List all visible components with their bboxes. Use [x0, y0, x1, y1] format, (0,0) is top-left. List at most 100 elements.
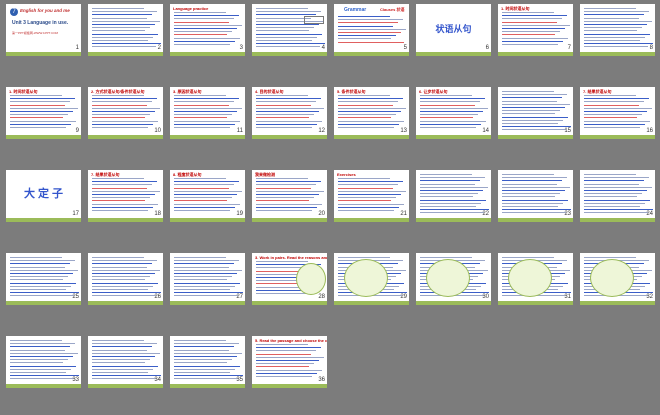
slide-thumbnail[interactable]: 35 [170, 336, 245, 388]
slide-thumbnail[interactable]: 32 [580, 253, 655, 305]
slide-thumbnail[interactable]: 1. 时间状语从句 7 [498, 4, 573, 56]
text-line [174, 197, 232, 199]
slide-thumbnail[interactable]: 7 English for you and me Unit 3 Language… [6, 4, 81, 56]
slide-thumbnail[interactable]: 8 [580, 4, 655, 56]
text-line [256, 127, 312, 128]
slide-number: 3 [239, 45, 243, 51]
text-line [584, 186, 652, 188]
text-line [502, 202, 563, 204]
text-line [502, 24, 570, 26]
text-line [420, 95, 472, 96]
text-line [256, 356, 324, 358]
text-line [338, 123, 399, 125]
slide-thumbnail[interactable]: 6. 让步状语从句 14 [416, 87, 491, 139]
text-line [92, 279, 145, 281]
slide-thumbnail[interactable]: 26 [88, 253, 163, 305]
slide-number: 5 [403, 45, 407, 51]
slide-thumbnail[interactable]: 15 [498, 87, 573, 139]
speech-bubble-graphic [508, 259, 552, 297]
text-line [502, 177, 567, 179]
text-line [174, 190, 242, 192]
text-line [174, 28, 237, 29]
slide-number: 32 [646, 294, 653, 300]
slide-thumbnail[interactable]: 25 [6, 253, 81, 305]
text-line [174, 18, 234, 20]
text-line [420, 104, 475, 106]
slide-thumbnail[interactable]: 2. 方式状语从句/条件状语从句 10 [88, 87, 163, 139]
text-line [420, 212, 484, 214]
slide-thumbnail[interactable]: 2 [88, 4, 163, 56]
slide-thumbnail[interactable]: 我来做检测 20 [252, 170, 327, 222]
text-line [584, 101, 644, 103]
slide-thumbnail[interactable]: Language practice 3 [170, 4, 245, 56]
text-line [338, 197, 396, 199]
slide-thumbnail[interactable]: 7. 结果状语从句 16 [580, 87, 655, 139]
slide-thumbnail[interactable]: 4. 目的状语从句 12 [252, 87, 327, 139]
slide-thumbnail[interactable]: 4 [252, 4, 327, 56]
text-line [256, 366, 309, 368]
text-line [10, 356, 73, 357]
slide-thumbnail[interactable]: 3. 原因状语从句 11 [170, 87, 245, 139]
text-line [502, 199, 568, 201]
text-line [256, 181, 321, 183]
text-line [420, 202, 481, 204]
slide-number: 21 [400, 211, 407, 217]
text-line [174, 101, 234, 103]
slide-footer-bar [170, 52, 245, 56]
text-line [256, 43, 325, 45]
slide-thumbnail[interactable]: 22 [416, 170, 491, 222]
slide-thumbnail[interactable]: 5. Read the passage and choose the corre… [252, 336, 327, 388]
text-line [174, 210, 230, 211]
text-line [256, 104, 311, 106]
text-line [502, 186, 570, 188]
text-line [256, 123, 317, 125]
slide-thumbnail[interactable]: Exercises 21 [334, 170, 409, 222]
text-line [10, 266, 65, 268]
text-line [10, 123, 71, 125]
slide-thumbnail[interactable]: 状语从句 6 [416, 4, 491, 56]
slide-number: 17 [72, 211, 79, 217]
slide-thumbnail[interactable]: 23 [498, 170, 573, 222]
text-line [10, 285, 71, 287]
text-line [584, 123, 645, 125]
text-line [584, 40, 640, 41]
text-line [10, 378, 74, 380]
slide-thumbnail[interactable]: 34 [88, 336, 163, 388]
slide-thumbnail[interactable]: 30 [416, 253, 491, 305]
slide-footer-bar [6, 52, 81, 56]
slide-thumbnail[interactable]: 33 [6, 336, 81, 388]
slide-thumbnail[interactable]: 31 [498, 253, 573, 305]
slide-thumbnail[interactable]: Grammar Clauses 状语 5 [334, 4, 409, 56]
text-line [10, 292, 79, 294]
text-line [92, 117, 145, 119]
text-line [420, 117, 473, 119]
text-line [174, 378, 238, 380]
text-line [584, 46, 648, 48]
slide-thumbnail[interactable]: 8. 程度状语从句 19 [170, 170, 245, 222]
slide-number: 35 [236, 377, 243, 383]
text-line [10, 111, 73, 112]
text-line [174, 98, 239, 100]
text-line [584, 24, 647, 25]
text-line [584, 174, 636, 175]
slide-thumbnail[interactable]: 1. 时间状语从句 9 [6, 87, 81, 139]
slide-thumbnail[interactable]: 大 定 子 17 [6, 170, 81, 222]
text-line [584, 257, 636, 258]
text-line [584, 183, 639, 185]
slide-footer-bar [580, 218, 655, 222]
text-line [256, 353, 311, 355]
slide-thumbnail[interactable]: 27 [170, 253, 245, 305]
text-line [338, 104, 393, 106]
slide-thumbnail[interactable]: 3. Work in pairs. Read the reasons and d… [252, 253, 327, 305]
text-line [92, 181, 157, 183]
slide-thumbnail[interactable]: 5. 条件状语从句 13 [334, 87, 409, 139]
text-line [584, 177, 649, 179]
text-line [92, 295, 156, 297]
text-line [338, 107, 406, 109]
slide-thumbnail[interactable]: 7. 结果状语从句 18 [88, 170, 163, 222]
text-line [584, 127, 640, 128]
text-line [256, 11, 321, 13]
slide-thumbnail[interactable]: 24 [580, 170, 655, 222]
text-line [10, 260, 75, 262]
slide-thumbnail[interactable]: 29 [334, 253, 409, 305]
